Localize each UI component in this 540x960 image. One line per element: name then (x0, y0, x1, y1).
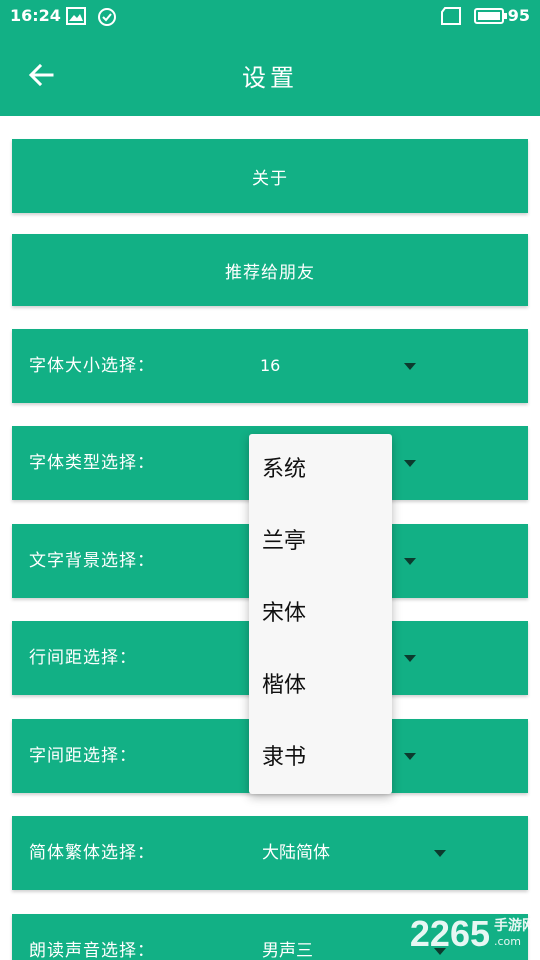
sim-icon (440, 7, 462, 29)
recommend-button[interactable]: 推荐给朋友 (12, 234, 528, 306)
page-title: 设置 (242, 64, 298, 92)
setting-label: 字体大小选择： (29, 356, 155, 376)
chevron-down-icon[interactable] (404, 363, 416, 370)
status-bar: 16:24 95 (0, 0, 540, 34)
dropdown-option[interactable]: 系统 (249, 434, 392, 506)
dropdown-option[interactable]: 宋体 (249, 578, 392, 650)
setting-label: 文字背景选择： (29, 551, 155, 571)
status-time: 16:24 (10, 6, 61, 25)
setting-label: 字间距选择： (29, 746, 137, 766)
check-circle-icon (97, 7, 117, 31)
chevron-down-icon[interactable] (404, 655, 416, 662)
chevron-down-icon[interactable] (404, 460, 416, 467)
setting-label: 朗读声音选择： (29, 941, 155, 960)
dropdown-option[interactable]: 隶书 (249, 722, 392, 794)
dropdown-option[interactable]: 兰亭 (249, 506, 392, 578)
chevron-down-icon[interactable] (404, 753, 416, 760)
setting-label: 字体类型选择： (29, 453, 155, 473)
setting-label: 行间距选择： (29, 648, 137, 668)
dropdown-option[interactable]: 楷体 (249, 650, 392, 722)
font-type-dropdown: 系统 兰亭 宋体 楷体 隶书 (249, 434, 392, 794)
battery-icon (474, 7, 508, 29)
chevron-down-icon[interactable] (434, 850, 446, 857)
setting-value: 16 (260, 356, 281, 375)
watermark-en: .com (494, 935, 521, 948)
chevron-down-icon[interactable] (404, 558, 416, 565)
about-label: 关于 (252, 168, 288, 189)
font-size-setting[interactable]: 字体大小选择： 16 (12, 329, 528, 403)
setting-value: 男声三 (262, 941, 313, 960)
image-icon (66, 7, 86, 29)
setting-value: 大陆简体 (262, 843, 330, 863)
simplified-traditional-setting[interactable]: 简体繁体选择： 大陆简体 (12, 816, 528, 890)
battery-level: 95 (507, 6, 530, 25)
app-header: 16:24 95 设置 (0, 0, 540, 116)
about-button[interactable]: 关于 (12, 139, 528, 213)
watermark-cn: 手游网 (494, 918, 536, 934)
setting-label: 简体繁体选择： (29, 843, 155, 863)
recommend-label: 推荐给朋友 (225, 262, 315, 283)
watermark-logo: 2265 手游网 .com (409, 913, 536, 954)
watermark-number: 2265 (409, 913, 490, 954)
